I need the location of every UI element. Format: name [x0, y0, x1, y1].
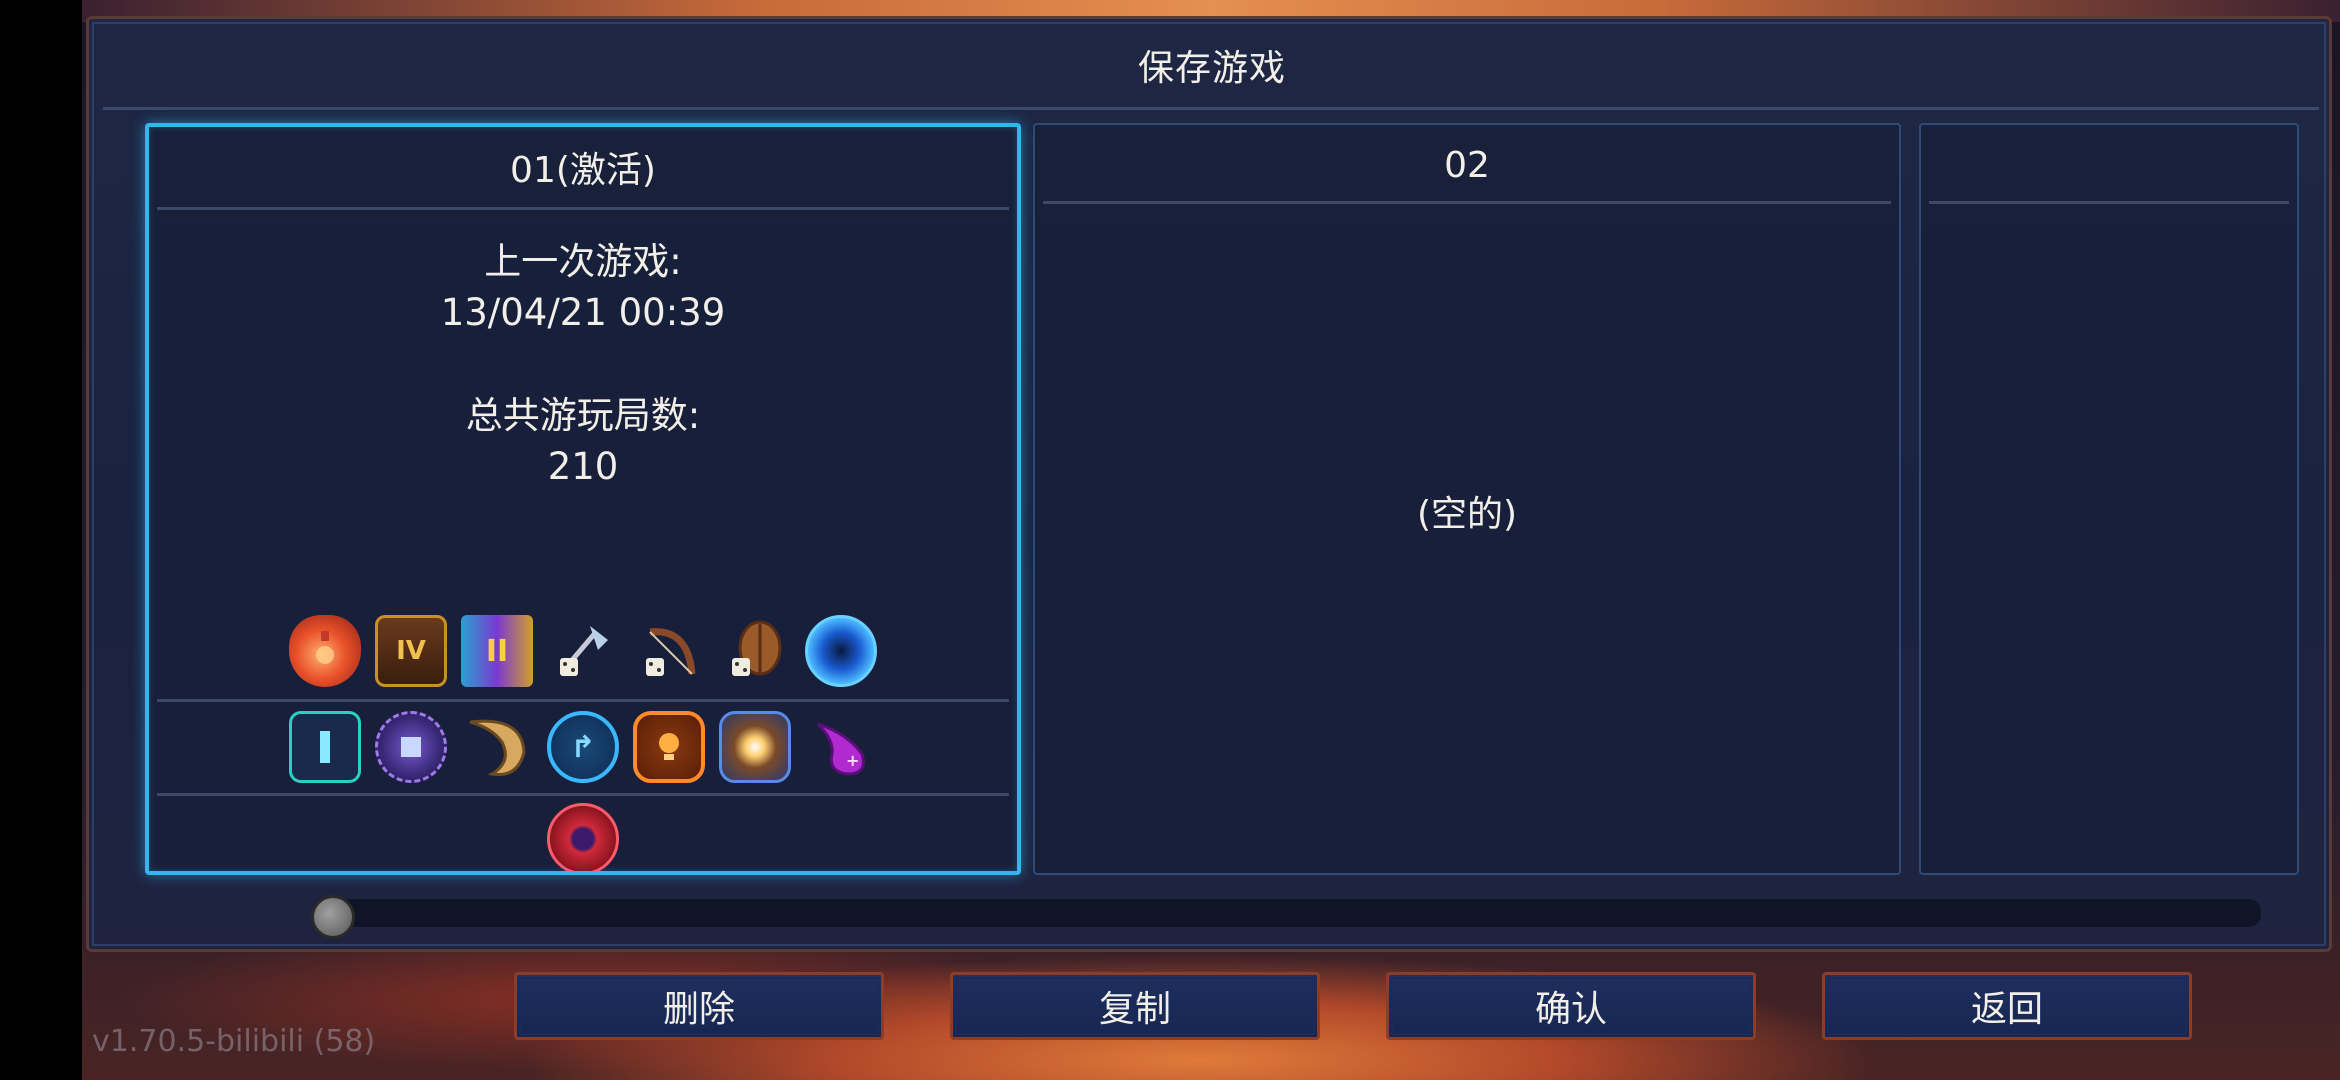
confirm-button[interactable]: 确认: [1386, 972, 1756, 1040]
axe-blueprint-icon: [547, 615, 619, 687]
tier-iv-chest-icon: IV: [375, 615, 447, 687]
total-runs-label: 总共游玩局数:: [465, 394, 701, 437]
slot-header: [1921, 125, 2297, 205]
last-played-value: 13/04/21 00:39: [440, 291, 726, 334]
item-row-2: ↱ +: [149, 707, 1017, 787]
total-runs-value: 210: [547, 445, 619, 488]
wooden-shield-blueprint-icon: [719, 615, 791, 687]
version-label: v1.70.5-bilibili (58): [92, 1024, 376, 1059]
save-game-panel: 保存游戏 01(激活) 上一次游戏: 13/04/21 00:39 总共游玩局数…: [86, 16, 2332, 952]
save-slot-03[interactable]: [1919, 123, 2299, 875]
purple-cube-rune-icon: [375, 711, 447, 783]
blue-arrow-rune-icon: ↱: [547, 711, 619, 783]
horn-icon: [461, 711, 533, 783]
scrollbar-thumb[interactable]: [311, 895, 355, 939]
purple-flame-icon: +: [805, 711, 877, 783]
save-slot-02[interactable]: 02 (空的): [1033, 123, 1901, 875]
slot-scrollbar[interactable]: [315, 899, 2261, 927]
delete-button[interactable]: 删除: [514, 972, 884, 1040]
panel-title: 保存游戏: [1137, 48, 1286, 89]
item-row-1: IV II: [149, 611, 1017, 691]
item-row-3: [149, 799, 1017, 871]
screen-edge: [0, 0, 82, 1080]
slot-header: 01(激活): [510, 150, 656, 191]
cyan-rune-glyph-icon: [289, 711, 361, 783]
slot-divider: [1043, 201, 1891, 204]
red-eye-orb-icon: [547, 803, 619, 871]
last-played-label: 上一次游戏:: [484, 240, 682, 283]
blue-vortex-orb-icon: [805, 615, 877, 687]
svg-text:+: +: [846, 751, 859, 770]
red-potion-flask-icon: [289, 615, 361, 687]
tier-ii-scroll-icon: II: [461, 615, 533, 687]
empty-slot-label: (空的): [1416, 494, 1518, 535]
orange-bulb-rune-icon: [633, 711, 705, 783]
bow-blueprint-icon: [633, 615, 705, 687]
title-divider: [103, 107, 2319, 110]
slot-header: 02: [1444, 144, 1490, 186]
back-button[interactable]: 返回: [1822, 972, 2192, 1040]
spark-rune-icon: [719, 711, 791, 783]
slot-divider: [1929, 201, 2289, 204]
slot-divider: [157, 699, 1009, 702]
slot-divider: [157, 207, 1009, 210]
copy-button[interactable]: 复制: [950, 972, 1320, 1040]
save-slot-01[interactable]: 01(激活) 上一次游戏: 13/04/21 00:39 总共游玩局数: 210…: [145, 123, 1021, 875]
slot-divider: [157, 793, 1009, 796]
